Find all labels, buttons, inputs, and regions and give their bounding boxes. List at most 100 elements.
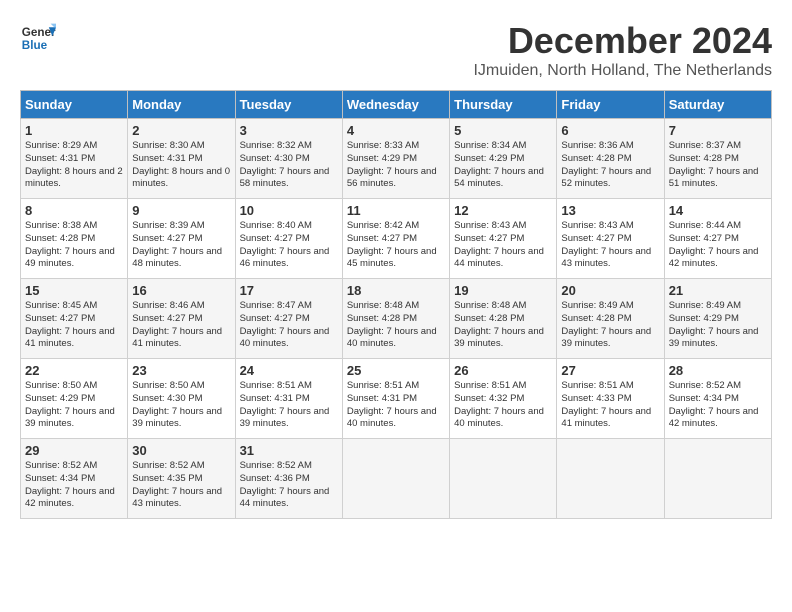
calendar-cell: 23 Sunrise: 8:50 AMSunset: 4:30 PMDayligh… (128, 359, 235, 439)
cell-info: Sunrise: 8:44 AMSunset: 4:27 PMDaylight:… (669, 220, 767, 271)
calendar-cell: 3 Sunrise: 8:32 AMSunset: 4:30 PMDaylight… (235, 119, 342, 199)
header-row: SundayMondayTuesdayWednesdayThursdayFrid… (21, 91, 772, 119)
cell-info: Sunrise: 8:40 AMSunset: 4:27 PMDaylight:… (240, 220, 338, 271)
cell-info: Sunrise: 8:37 AMSunset: 4:28 PMDaylight:… (669, 140, 767, 191)
cell-info: Sunrise: 8:43 AMSunset: 4:27 PMDaylight:… (454, 220, 552, 271)
calendar-cell: 11 Sunrise: 8:42 AMSunset: 4:27 PMDayligh… (342, 199, 449, 279)
cell-info: Sunrise: 8:33 AMSunset: 4:29 PMDaylight:… (347, 140, 445, 191)
cell-info: Sunrise: 8:52 AMSunset: 4:35 PMDaylight:… (132, 460, 230, 511)
header-friday: Friday (557, 91, 664, 119)
day-number: 19 (454, 283, 552, 298)
cell-info: Sunrise: 8:32 AMSunset: 4:30 PMDaylight:… (240, 140, 338, 191)
day-number: 7 (669, 123, 767, 138)
calendar-cell: 7 Sunrise: 8:37 AMSunset: 4:28 PMDaylight… (664, 119, 771, 199)
day-number: 26 (454, 363, 552, 378)
cell-info: Sunrise: 8:43 AMSunset: 4:27 PMDaylight:… (561, 220, 659, 271)
calendar-cell: 27Sunrise: 8:51 AMSunset: 4:33 PMDayligh… (557, 359, 664, 439)
calendar-cell: 5 Sunrise: 8:34 AMSunset: 4:29 PMDaylight… (450, 119, 557, 199)
cell-info: Sunrise: 8:42 AMSunset: 4:27 PMDaylight:… (347, 220, 445, 271)
calendar-cell: 12Sunrise: 8:43 AMSunset: 4:27 PMDayligh… (450, 199, 557, 279)
calendar-cell: 1Sunrise: 8:29 AMSunset: 4:31 PMDaylight… (21, 119, 128, 199)
calendar-cell (342, 439, 449, 519)
cell-info: Sunrise: 8:50 AMSunset: 4:29 PMDaylight:… (25, 380, 123, 431)
day-number: 31 (240, 443, 338, 458)
day-number: 14 (669, 203, 767, 218)
header-wednesday: Wednesday (342, 91, 449, 119)
week-row-2: 8 Sunrise: 8:38 AMSunset: 4:28 PMDaylight… (21, 199, 772, 279)
calendar-cell (664, 439, 771, 519)
day-number: 28 (669, 363, 767, 378)
header-saturday: Saturday (664, 91, 771, 119)
cell-info: Sunrise: 8:50 AMSunset: 4:30 PMDaylight:… (132, 380, 230, 431)
calendar-cell: 9Sunrise: 8:39 AMSunset: 4:27 PMDaylight… (128, 199, 235, 279)
calendar-cell: 2 Sunrise: 8:30 AMSunset: 4:31 PMDaylight… (128, 119, 235, 199)
calendar-cell: 17Sunrise: 8:47 AMSunset: 4:27 PMDayligh… (235, 279, 342, 359)
cell-info: Sunrise: 8:51 AMSunset: 4:31 PMDaylight:… (240, 380, 338, 431)
header-thursday: Thursday (450, 91, 557, 119)
cell-info: Sunrise: 8:34 AMSunset: 4:29 PMDaylight:… (454, 140, 552, 191)
day-number: 10 (240, 203, 338, 218)
day-number: 3 (240, 123, 338, 138)
day-number: 22 (25, 363, 123, 378)
svg-text:Blue: Blue (22, 39, 48, 52)
calendar-cell (557, 439, 664, 519)
header-tuesday: Tuesday (235, 91, 342, 119)
day-number: 20 (561, 283, 659, 298)
calendar-cell: 21 Sunrise: 8:49 AMSunset: 4:29 PMDayligh… (664, 279, 771, 359)
header-monday: Monday (128, 91, 235, 119)
calendar-cell: 18Sunrise: 8:48 AMSunset: 4:28 PMDayligh… (342, 279, 449, 359)
cell-info: Sunrise: 8:30 AMSunset: 4:31 PMDaylight:… (132, 140, 230, 191)
cell-info: Sunrise: 8:51 AMSunset: 4:32 PMDaylight:… (454, 380, 552, 431)
location-subtitle: IJmuiden, North Holland, The Netherlands (473, 62, 772, 80)
day-number: 25 (347, 363, 445, 378)
calendar-cell: 28 Sunrise: 8:52 AMSunset: 4:34 PMDayligh… (664, 359, 771, 439)
day-number: 24 (240, 363, 338, 378)
week-row-3: 15 Sunrise: 8:45 AMSunset: 4:27 PMDayligh… (21, 279, 772, 359)
day-number: 23 (132, 363, 230, 378)
cell-info: Sunrise: 8:51 AMSunset: 4:31 PMDaylight:… (347, 380, 445, 431)
cell-info: Sunrise: 8:49 AMSunset: 4:28 PMDaylight:… (561, 300, 659, 351)
calendar-cell: 8 Sunrise: 8:38 AMSunset: 4:28 PMDaylight… (21, 199, 128, 279)
day-number: 29 (25, 443, 123, 458)
cell-info: Sunrise: 8:52 AMSunset: 4:34 PMDaylight:… (669, 380, 767, 431)
day-number: 15 (25, 283, 123, 298)
calendar-cell: 16Sunrise: 8:46 AMSunset: 4:27 PMDayligh… (128, 279, 235, 359)
calendar-cell: 6Sunrise: 8:36 AMSunset: 4:28 PMDaylight… (557, 119, 664, 199)
calendar-cell: 29 Sunrise: 8:52 AMSunset: 4:34 PMDayligh… (21, 439, 128, 519)
calendar-cell: 10 Sunrise: 8:40 AMSunset: 4:27 PMDayligh… (235, 199, 342, 279)
title-section: December 2024 IJmuiden, North Holland, T… (473, 20, 772, 80)
calendar-cell: 13 Sunrise: 8:43 AMSunset: 4:27 PMDayligh… (557, 199, 664, 279)
calendar-cell: 14 Sunrise: 8:44 AMSunset: 4:27 PMDayligh… (664, 199, 771, 279)
cell-info: Sunrise: 8:52 AMSunset: 4:34 PMDaylight:… (25, 460, 123, 511)
day-number: 21 (669, 283, 767, 298)
cell-info: Sunrise: 8:52 AMSunset: 4:36 PMDaylight:… (240, 460, 338, 511)
day-number: 6 (561, 123, 659, 138)
calendar-cell: 19 Sunrise: 8:48 AMSunset: 4:28 PMDayligh… (450, 279, 557, 359)
calendar-cell: 25 Sunrise: 8:51 AMSunset: 4:31 PMDayligh… (342, 359, 449, 439)
day-number: 4 (347, 123, 445, 138)
calendar-table: SundayMondayTuesdayWednesdayThursdayFrid… (20, 90, 772, 519)
day-number: 16 (132, 283, 230, 298)
header-sunday: Sunday (21, 91, 128, 119)
cell-info: Sunrise: 8:48 AMSunset: 4:28 PMDaylight:… (454, 300, 552, 351)
week-row-4: 22 Sunrise: 8:50 AMSunset: 4:29 PMDayligh… (21, 359, 772, 439)
calendar-cell (450, 439, 557, 519)
calendar-cell: 4 Sunrise: 8:33 AMSunset: 4:29 PMDaylight… (342, 119, 449, 199)
day-number: 8 (25, 203, 123, 218)
cell-info: Sunrise: 8:29 AMSunset: 4:31 PMDaylight:… (25, 140, 123, 191)
cell-info: Sunrise: 8:49 AMSunset: 4:29 PMDaylight:… (669, 300, 767, 351)
page-header: General Blue December 2024 IJmuiden, Nor… (20, 20, 772, 80)
day-number: 5 (454, 123, 552, 138)
logo-icon: General Blue (20, 20, 56, 56)
calendar-cell: 20 Sunrise: 8:49 AMSunset: 4:28 PMDayligh… (557, 279, 664, 359)
day-number: 13 (561, 203, 659, 218)
calendar-cell: 26 Sunrise: 8:51 AMSunset: 4:32 PMDayligh… (450, 359, 557, 439)
day-number: 2 (132, 123, 230, 138)
day-number: 9 (132, 203, 230, 218)
cell-info: Sunrise: 8:38 AMSunset: 4:28 PMDaylight:… (25, 220, 123, 271)
calendar-cell: 15 Sunrise: 8:45 AMSunset: 4:27 PMDayligh… (21, 279, 128, 359)
day-number: 11 (347, 203, 445, 218)
cell-info: Sunrise: 8:45 AMSunset: 4:27 PMDaylight:… (25, 300, 123, 351)
calendar-cell: 24 Sunrise: 8:51 AMSunset: 4:31 PMDayligh… (235, 359, 342, 439)
day-number: 27 (561, 363, 659, 378)
